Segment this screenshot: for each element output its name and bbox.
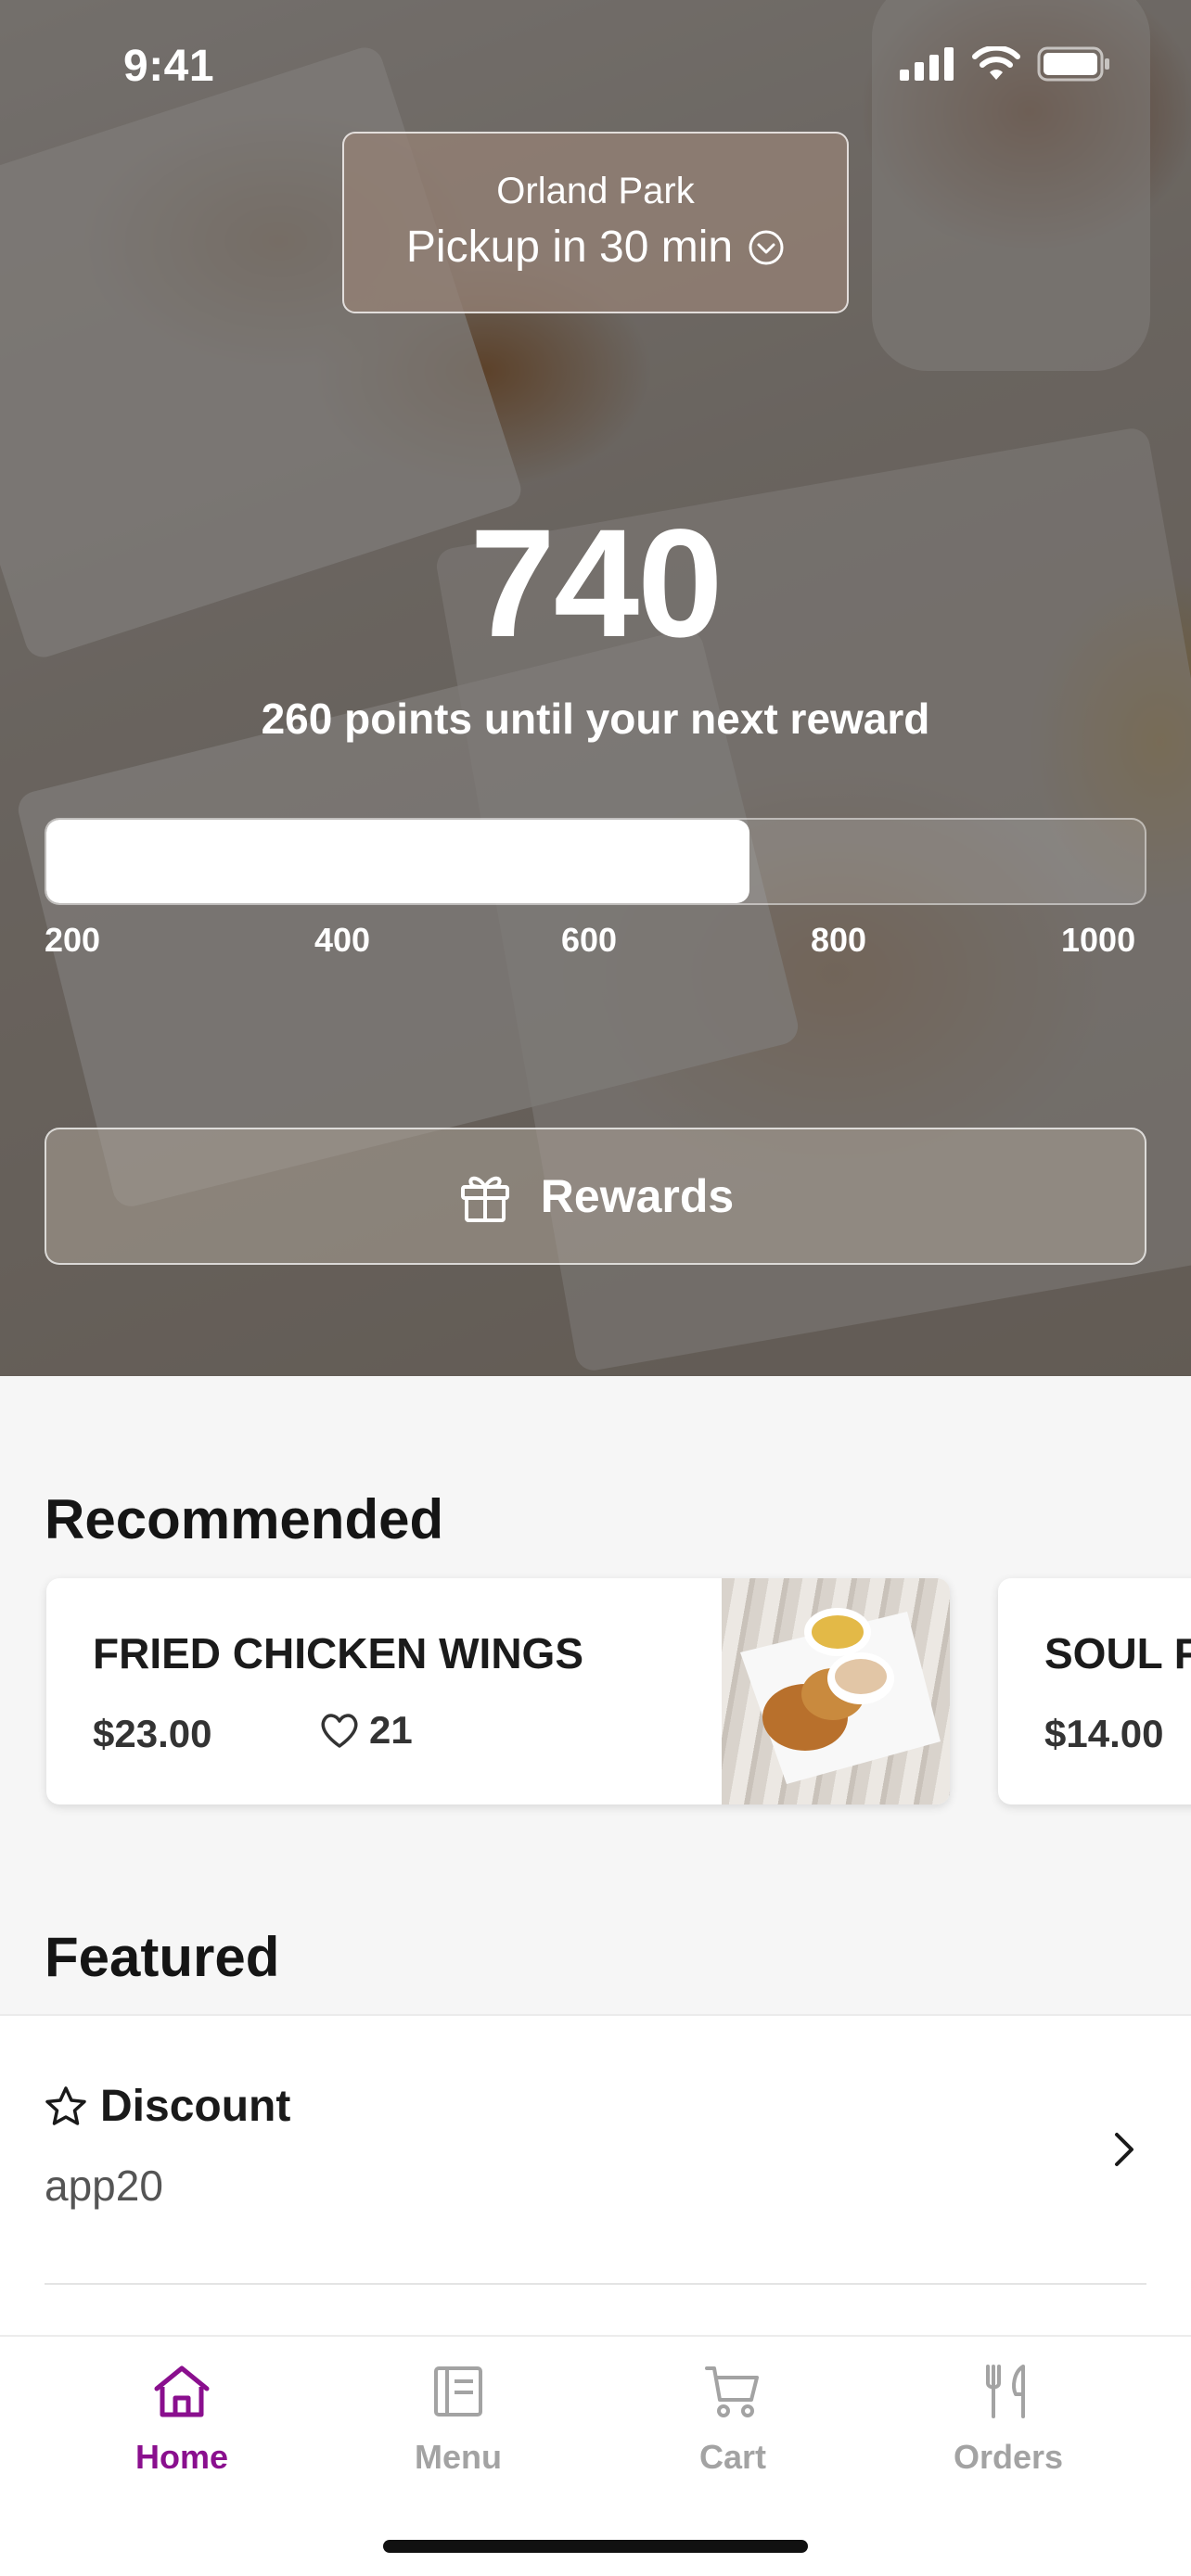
home-icon [154,2366,210,2417]
menu-icon [434,2366,482,2417]
points-progress-bar [45,818,1146,905]
cart-icon [705,2366,759,2417]
featured-item-code: app20 [45,2162,163,2210]
tab-label: Orders [953,2438,1064,2476]
recommended-item-card[interactable]: FRIED CHICKEN WINGS $23.00 21 [46,1578,950,1804]
progress-tick: 200 [45,921,101,959]
item-likes[interactable]: 21 [319,1708,413,1753]
tab-label: Home [134,2438,229,2476]
item-name: SOUL F [1044,1629,1191,1677]
tab-cart[interactable]: Cart [617,2363,849,2477]
location-selector[interactable]: Orland Park Pickup in 30 min [342,132,849,313]
tab-label: Cart [698,2438,767,2476]
featured-list [0,2014,1191,2339]
rewards-button[interactable]: Rewards [45,1128,1146,1265]
recommended-heading: Recommended [45,1488,444,1550]
rewards-button-label: Rewards [540,1170,735,1222]
item-price: $14.00 [1044,1712,1164,1755]
recommended-item-card[interactable]: SOUL F $14.00 [998,1578,1191,1804]
progress-tick: 800 [811,921,867,959]
home-indicator [383,2540,808,2553]
heart-icon [321,1714,358,1748]
points-balance: 740 [469,498,724,670]
progress-tick: 400 [314,921,371,959]
utensils-icon [986,2365,1025,2418]
item-likes-count: 21 [369,1708,413,1752]
points-progress-fill [46,820,749,903]
status-icons [900,46,1111,82]
progress-tick: 1000 [1061,921,1136,959]
featured-heading: Featured [45,1926,280,1988]
item-price: $23.00 [93,1712,212,1755]
gift-icon [460,1176,509,1222]
status-time: 9:41 [123,42,215,91]
divider [45,2283,1146,2285]
tab-home[interactable]: Home [66,2363,298,2477]
wifi-icon [972,46,1020,80]
chevron-right-icon[interactable] [1109,2129,1137,2170]
star-icon [45,2085,86,2125]
item-photo [722,1578,950,1804]
tab-menu[interactable]: Menu [342,2363,574,2477]
pickup-time: Pickup in 30 min [405,223,734,272]
location-name: Orland Park [496,171,695,211]
cellular-signal-icon [900,47,954,81]
battery-icon [1037,46,1109,82]
points-caption: 260 points until your next reward [261,695,930,743]
featured-item-discount[interactable]: Discount [45,2081,290,2132]
chevron-down-circle-icon [749,230,784,264]
progress-tick: 600 [561,921,618,959]
tab-label: Menu [415,2438,502,2476]
featured-item-title: Discount [100,2082,291,2131]
tab-orders[interactable]: Orders [892,2363,1124,2477]
item-name: FRIED CHICKEN WINGS [93,1629,583,1677]
